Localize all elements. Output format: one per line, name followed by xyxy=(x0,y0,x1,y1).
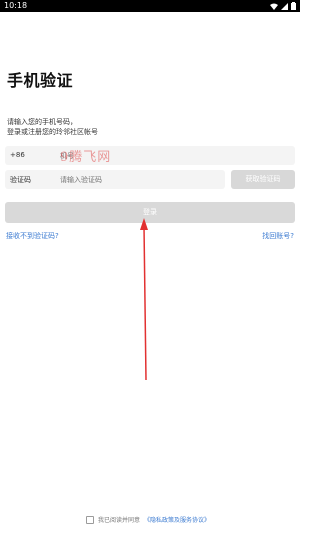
signal-icon xyxy=(281,2,288,10)
code-field[interactable]: 验证码 xyxy=(5,170,225,189)
no-code-link[interactable]: 接收不到验证码? xyxy=(6,231,59,241)
status-icons xyxy=(270,2,296,10)
watermark-logo: 9腾飞网 xyxy=(60,150,112,165)
agreement-text: 我已阅读并同意 xyxy=(98,517,141,524)
page-subtitle: 请输入您的手机号码， 登录或注册您的玲邻社区帐号 xyxy=(7,117,98,137)
battery-icon xyxy=(291,2,296,10)
agreement-checkbox[interactable] xyxy=(86,515,94,524)
code-input[interactable] xyxy=(60,174,210,185)
get-code-button[interactable]: 获取验证码 xyxy=(231,170,295,189)
status-bar: 10:18 xyxy=(0,0,300,12)
code-label: 验证码 xyxy=(10,176,31,184)
status-time: 10:18 xyxy=(4,1,28,10)
policy-link[interactable]: 《隐私政策及服务协议》 xyxy=(144,515,210,524)
login-button[interactable]: 登录 xyxy=(5,202,295,223)
page-title: 手机验证 xyxy=(7,71,74,90)
phone-field[interactable]: +86 xyxy=(5,146,295,165)
wifi-icon xyxy=(270,3,278,10)
subtitle-line-1: 请输入您的手机号码， xyxy=(7,118,77,126)
agreement-row: 我已阅读并同意 《隐私政策及服务协议》 xyxy=(86,515,210,524)
retrieve-account-link[interactable]: 找回账号? xyxy=(262,231,294,241)
country-code-prefix[interactable]: +86 xyxy=(10,151,25,159)
subtitle-line-2: 登录或注册您的玲邻社区帐号 xyxy=(7,128,98,136)
